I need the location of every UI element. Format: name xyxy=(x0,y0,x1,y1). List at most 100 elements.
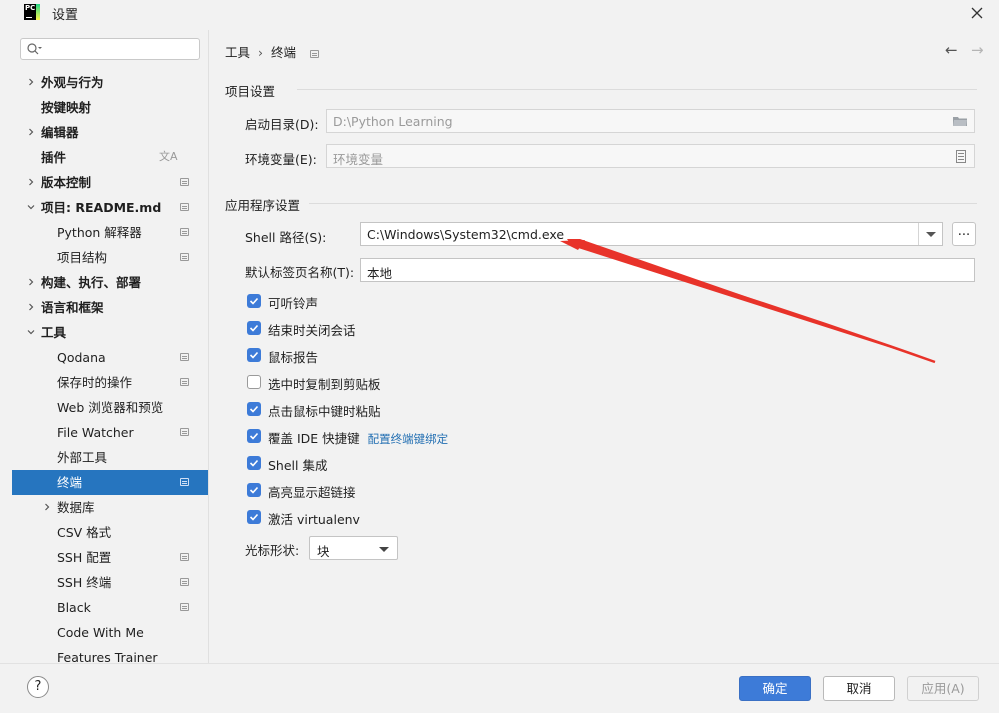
sidebar-item-label: File Watcher xyxy=(57,425,134,440)
chevron-right-icon[interactable] xyxy=(27,303,35,311)
sidebar-item[interactable]: Black xyxy=(12,595,208,620)
sidebar-item-label: 保存时的操作 xyxy=(57,375,133,390)
sidebar-item[interactable]: 版本控制 xyxy=(12,170,208,195)
start-dir-value: D:\Python Learning xyxy=(333,114,453,129)
sidebar-item[interactable]: Web 浏览器和预览 xyxy=(12,395,208,420)
cursor-shape-select[interactable]: 块 xyxy=(309,536,398,560)
sidebar-item-label: SSH 终端 xyxy=(57,575,112,590)
checkbox-label-text: 结束时关闭会话 xyxy=(268,323,356,338)
chevron-down-icon[interactable] xyxy=(27,203,35,211)
project-scope-icon xyxy=(180,353,189,361)
chevron-right-icon[interactable] xyxy=(27,278,35,286)
checkbox[interactable] xyxy=(247,294,261,308)
checkbox-label: 覆盖 IDE 快捷键 配置终端键绑定 xyxy=(268,428,448,447)
checkmark-icon xyxy=(249,432,259,440)
sidebar-item[interactable]: 数据库 xyxy=(12,495,208,520)
sidebar-item-label: Qodana xyxy=(57,350,106,365)
checkbox[interactable] xyxy=(247,321,261,335)
checkbox[interactable] xyxy=(247,348,261,362)
close-window-button[interactable] xyxy=(966,2,988,24)
checkbox-label-text: 点击鼠标中键时粘贴 xyxy=(268,404,381,419)
checkbox-label: 可听铃声 xyxy=(268,293,318,312)
sidebar-item[interactable]: 编辑器 xyxy=(12,120,208,145)
folder-icon[interactable] xyxy=(952,115,968,127)
sidebar-item-label: 工具 xyxy=(41,325,67,340)
sidebar-item[interactable]: 外观与行为 xyxy=(12,70,208,95)
sidebar-item[interactable]: Features Trainer xyxy=(12,645,208,663)
sidebar-item-label: 构建、执行、部署 xyxy=(41,275,142,290)
sidebar-item[interactable]: Code With Me xyxy=(12,620,208,645)
cancel-button[interactable]: 取消 xyxy=(823,676,895,701)
sidebar-item[interactable]: 外部工具 xyxy=(12,445,208,470)
sidebar-item[interactable]: 语言和框架 xyxy=(12,295,208,320)
checkbox[interactable] xyxy=(247,456,261,470)
settings-search-input[interactable] xyxy=(49,41,197,57)
breadcrumb-parent[interactable]: 工具 xyxy=(225,45,250,60)
chevron-down-icon[interactable] xyxy=(27,328,35,336)
forward-arrow-button[interactable]: → xyxy=(971,41,984,59)
sidebar-item[interactable]: SSH 终端 xyxy=(12,570,208,595)
checkbox-label-text: 鼠标报告 xyxy=(268,350,319,365)
title-bar: PC 设置 xyxy=(0,0,999,26)
edit-list-icon[interactable] xyxy=(956,150,966,163)
sidebar-item[interactable]: 项目结构 xyxy=(12,245,208,270)
sidebar-item[interactable]: File Watcher xyxy=(12,420,208,445)
sidebar-item[interactable]: 保存时的操作 xyxy=(12,370,208,395)
sidebar-item[interactable]: 工具 xyxy=(12,320,208,345)
sidebar-item-label: 数据库 xyxy=(57,500,95,515)
sidebar-item[interactable]: 终端 xyxy=(12,470,208,495)
shell-path-browse-button[interactable]: ... xyxy=(952,222,976,246)
chevron-right-icon[interactable] xyxy=(27,178,35,186)
env-vars-field[interactable]: 环境变量 xyxy=(326,144,975,168)
sidebar-item-label: 插件 xyxy=(41,150,67,165)
checkbox[interactable] xyxy=(247,402,261,416)
breadcrumb-separator: › xyxy=(258,45,264,60)
project-scope-icon xyxy=(180,428,189,436)
configure-keybindings-link[interactable]: 配置终端键绑定 xyxy=(368,432,449,446)
chevron-right-icon[interactable] xyxy=(43,503,51,511)
project-scope-icon xyxy=(180,228,189,236)
sidebar-item[interactable]: 按键映射 xyxy=(12,95,208,120)
checkmark-icon xyxy=(249,297,259,305)
sidebar-item[interactable]: 项目: README.md xyxy=(12,195,208,220)
dialog-footer: ? 确定 取消 应用(A) xyxy=(0,663,999,713)
checkbox[interactable] xyxy=(247,375,261,389)
sidebar-item[interactable]: 插件 文A xyxy=(12,145,208,170)
env-vars-label: 环境变量(E): xyxy=(245,152,317,167)
sidebar-item-label: 项目: README.md xyxy=(41,200,162,215)
pycharm-logo-icon: PC xyxy=(24,4,40,20)
sidebar-item-label: Black xyxy=(57,600,91,615)
chevron-right-icon[interactable] xyxy=(27,128,35,136)
ok-button[interactable]: 确定 xyxy=(739,676,811,701)
tab-name-field[interactable]: 本地 xyxy=(360,258,975,282)
shell-path-label: Shell 路径(S): xyxy=(245,230,327,245)
sidebar-item-label: 编辑器 xyxy=(41,125,79,140)
sidebar-item-label: SSH 配置 xyxy=(57,550,112,565)
checkbox[interactable] xyxy=(247,483,261,497)
sidebar-item[interactable]: SSH 配置 xyxy=(12,545,208,570)
checkbox-label-text: 可听铃声 xyxy=(268,296,319,311)
start-dir-field[interactable]: D:\Python Learning xyxy=(326,109,975,133)
app-settings-heading: 应用程序设置 xyxy=(225,198,301,213)
back-arrow-button[interactable]: ← xyxy=(945,41,958,59)
project-scope-icon xyxy=(180,478,189,486)
chevron-right-icon[interactable] xyxy=(27,78,35,86)
checkbox-label: 结束时关闭会话 xyxy=(268,320,356,339)
shell-path-combobox[interactable]: C:\Windows\System32\cmd.exe xyxy=(360,222,943,246)
sidebar-item[interactable]: 构建、执行、部署 xyxy=(12,270,208,295)
cursor-shape-label: 光标形状: xyxy=(245,543,300,558)
sidebar-item[interactable]: Qodana xyxy=(12,345,208,370)
apply-button[interactable]: 应用(A) xyxy=(907,676,979,701)
settings-tree: 外观与行为按键映射编辑器插件 文A 版本控制项目: README.md Python … xyxy=(12,70,208,663)
project-scope-icon xyxy=(310,50,320,58)
sidebar-item-label: 按键映射 xyxy=(41,100,92,115)
sidebar-item[interactable]: Python 解释器 xyxy=(12,220,208,245)
help-button[interactable]: ? xyxy=(27,676,49,698)
shell-path-dropdown-button[interactable] xyxy=(918,223,942,245)
settings-search-box[interactable] xyxy=(20,38,200,60)
checkbox[interactable] xyxy=(247,510,261,524)
sidebar-item[interactable]: CSV 格式 xyxy=(12,520,208,545)
sidebar-item-label: 版本控制 xyxy=(41,175,92,190)
checkmark-icon xyxy=(249,459,259,467)
checkbox[interactable] xyxy=(247,429,261,443)
